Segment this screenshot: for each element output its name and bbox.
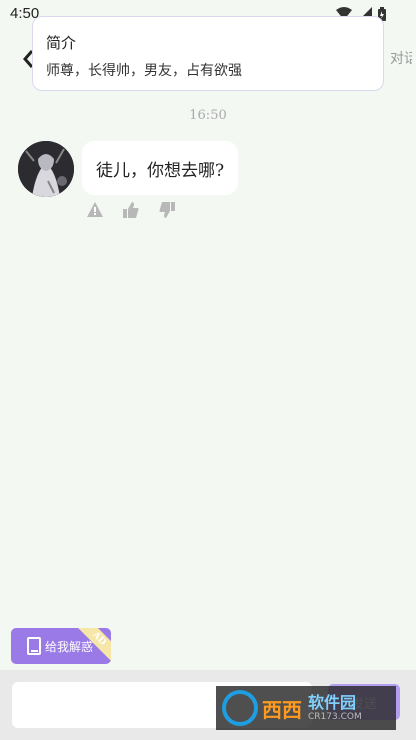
thumbs-up-icon[interactable] [122, 201, 140, 219]
chat-timestamp: 16:50 [189, 108, 227, 123]
avatar-image [18, 141, 74, 197]
watermark-text: 软件园 CR173.COM [308, 692, 362, 723]
header-right-link[interactable]: 对话 [390, 48, 412, 68]
watermark-c-icon [222, 690, 258, 726]
watermark-name: 软件园 [308, 692, 357, 712]
message-actions [86, 201, 176, 219]
watermark-logo: 西西 软件园 CR173.COM [216, 686, 396, 730]
intro-title: 简介 [46, 34, 77, 52]
avatar[interactable] [18, 141, 74, 197]
book-icon [27, 637, 41, 655]
help-button-label: 给我解惑 [45, 639, 94, 654]
watermark-url: CR173.COM [308, 711, 362, 722]
thumbs-down-icon[interactable] [158, 201, 176, 219]
intro-card: 简介 师尊，长得帅，男友，占有欲强 [32, 16, 384, 91]
report-icon[interactable] [86, 201, 104, 219]
intro-text: 师尊，长得帅，男友，占有欲强 [46, 63, 242, 79]
message-bubble: 徒儿，你想去哪? [82, 141, 239, 195]
help-button[interactable]: 给我解惑 AD [11, 628, 111, 664]
watermark-xixi: 西西 [262, 697, 302, 722]
